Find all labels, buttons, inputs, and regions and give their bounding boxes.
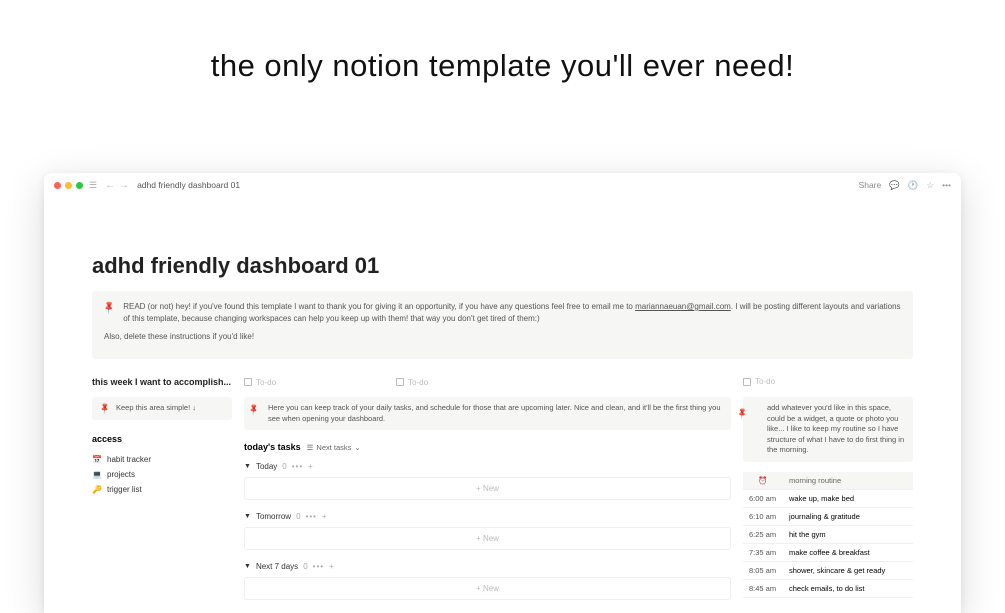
right-callout: 📌 add whatever you'd like in this space,… xyxy=(743,397,913,462)
access-heading: access xyxy=(92,434,232,444)
todo-checkbox-2[interactable]: To-do xyxy=(396,377,428,387)
group-add-icon[interactable]: + xyxy=(329,562,334,571)
nav-forward-icon[interactable]: → xyxy=(119,180,129,191)
breadcrumb[interactable]: adhd friendly dashboard 01 xyxy=(137,180,240,190)
maximize-window-icon[interactable] xyxy=(76,182,83,189)
nav-back-icon[interactable]: ← xyxy=(105,180,115,191)
routine-row[interactable]: 6:25 amhit the gym xyxy=(743,525,913,543)
app-window: ☰ ← → adhd friendly dashboard 01 Share 💬… xyxy=(44,173,961,613)
routine-header-label: morning routine xyxy=(783,472,913,490)
favorite-icon[interactable]: ☆ xyxy=(926,180,934,191)
traffic-lights xyxy=(54,182,83,189)
group-more-icon[interactable]: ••• xyxy=(313,562,324,571)
routine-row[interactable]: 8:05 amshower, skincare & get ready xyxy=(743,561,913,579)
mid-callout: 📌 Here you can keep track of your daily … xyxy=(244,397,731,430)
routine-row[interactable]: 7:35 ammake coffee & breakfast xyxy=(743,543,913,561)
triangle-down-icon: ▼ xyxy=(244,463,251,470)
task-group-today: ▼ Today 0 ••• + + New xyxy=(244,460,731,500)
more-icon[interactable]: ••• xyxy=(942,180,951,190)
callout-paragraph-1: READ (or not) hey! if you've found this … xyxy=(104,301,901,325)
updates-icon[interactable]: 🕐 xyxy=(908,180,919,191)
triangle-down-icon: ▼ xyxy=(244,513,251,520)
access-habit-tracker[interactable]: 📅habit tracker xyxy=(92,452,232,467)
comments-icon[interactable]: 💬 xyxy=(889,180,900,191)
email-link[interactable]: mariannaeuan@gmail.com xyxy=(635,302,731,311)
calendar-icon: 📅 xyxy=(92,455,102,464)
page-content: adhd friendly dashboard 01 📌 READ (or no… xyxy=(44,197,961,613)
clock-icon: ⏰ xyxy=(743,472,783,490)
todo-checkbox-3[interactable]: To-do xyxy=(743,377,913,386)
page-title: adhd friendly dashboard 01 xyxy=(92,253,913,279)
task-group-next7days: ▼ Next 7 days 0 ••• + + New xyxy=(244,560,731,600)
todo-checkbox-1[interactable]: To-do xyxy=(244,377,276,387)
list-icon: ☰ xyxy=(307,443,314,452)
new-task-tomorrow[interactable]: + New xyxy=(244,527,731,550)
access-projects[interactable]: 💻projects xyxy=(92,467,232,482)
laptop-icon: 💻 xyxy=(92,470,102,479)
intro-callout: 📌 READ (or not) hey! if you've found thi… xyxy=(92,291,913,359)
database-view-selector[interactable]: ☰ Next tasks ⌄ xyxy=(307,443,361,452)
routine-table: ⏰ morning routine 6:00 amwake up, make b… xyxy=(743,472,913,598)
group-add-icon[interactable]: + xyxy=(308,462,313,471)
triangle-down-icon: ▼ xyxy=(244,563,251,570)
tasks-title: today's tasks xyxy=(244,442,301,452)
group-toggle-tomorrow[interactable]: ▼ Tomorrow 0 ••• + xyxy=(244,510,731,523)
minimize-window-icon[interactable] xyxy=(65,182,72,189)
group-toggle-next7[interactable]: ▼ Next 7 days 0 ••• + xyxy=(244,560,731,573)
window-toolbar: ☰ ← → adhd friendly dashboard 01 Share 💬… xyxy=(44,173,961,197)
close-window-icon[interactable] xyxy=(54,182,61,189)
new-task-next7[interactable]: + New xyxy=(244,577,731,600)
chevron-down-icon: ⌄ xyxy=(354,443,360,452)
access-trigger-list[interactable]: 🔑trigger list xyxy=(92,482,232,497)
group-more-icon[interactable]: ••• xyxy=(292,462,303,471)
routine-row[interactable]: 6:10 amjournaling & gratitude xyxy=(743,507,913,525)
key-icon: 🔑 xyxy=(92,485,102,494)
task-group-tomorrow: ▼ Tomorrow 0 ••• + + New xyxy=(244,510,731,550)
routine-row[interactable]: 6:00 amwake up, make bed xyxy=(743,489,913,507)
new-task-today[interactable]: + New xyxy=(244,477,731,500)
group-more-icon[interactable]: ••• xyxy=(306,512,317,521)
routine-row[interactable]: 8:45 amcheck emails, to do list xyxy=(743,579,913,597)
share-button[interactable]: Share xyxy=(859,180,882,190)
left-callout: 📌 Keep this area simple! ↓ xyxy=(92,397,232,420)
sidebar-toggle-icon[interactable]: ☰ xyxy=(89,180,97,191)
pin-icon: 📌 xyxy=(246,402,267,424)
section-heading: this week I want to accomplish... xyxy=(92,377,232,387)
group-add-icon[interactable]: + xyxy=(322,512,327,521)
marketing-headline: the only notion template you'll ever nee… xyxy=(0,48,1005,84)
callout-paragraph-2: Also, delete these instructions if you'd… xyxy=(104,331,901,343)
pin-icon: 📌 xyxy=(98,401,113,416)
group-toggle-today[interactable]: ▼ Today 0 ••• + xyxy=(244,460,731,473)
